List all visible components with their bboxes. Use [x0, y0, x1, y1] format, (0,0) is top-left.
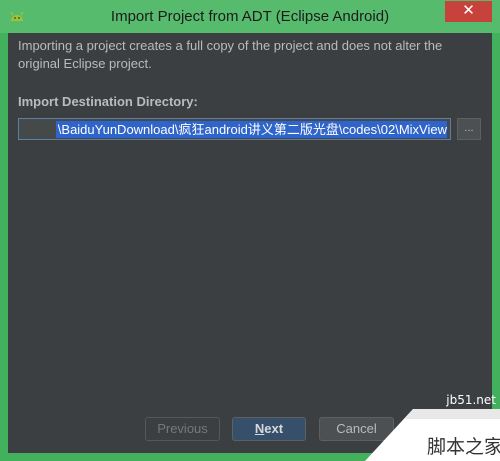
close-button[interactable]: ✕ — [445, 1, 492, 22]
ellipsis-icon: ... — [464, 122, 474, 134]
destination-input[interactable]: \BaiduYunDownload\疯狂android讲义第二版光盘\codes… — [18, 118, 451, 140]
next-button-label: ext — [264, 421, 284, 436]
previous-button[interactable]: Previous — [145, 417, 220, 441]
dialog-content: Importing a project creates a full copy … — [8, 33, 492, 453]
destination-input-value: \BaiduYunDownload\疯狂android讲义第二版光盘\codes… — [55, 121, 447, 138]
previous-button-label: Previous — [157, 421, 208, 436]
destination-label: Import Destination Directory: — [18, 94, 198, 109]
next-button[interactable]: Next — [232, 417, 306, 441]
browse-button[interactable]: ... — [457, 118, 481, 140]
watermark-brand-text: 脚本之家 — [427, 436, 500, 458]
watermark-url: jb51.net — [446, 393, 496, 407]
close-icon: ✕ — [462, 2, 475, 19]
window-title: Import Project from ADT (Eclipse Android… — [110, 8, 390, 25]
description-text: Importing a project creates a full copy … — [18, 38, 443, 71]
next-button-mnemonic: N — [254, 421, 265, 436]
watermark-logo: 脚本之家 — [365, 409, 500, 461]
title-bar: Import Project from ADT (Eclipse Android… — [0, 0, 500, 33]
